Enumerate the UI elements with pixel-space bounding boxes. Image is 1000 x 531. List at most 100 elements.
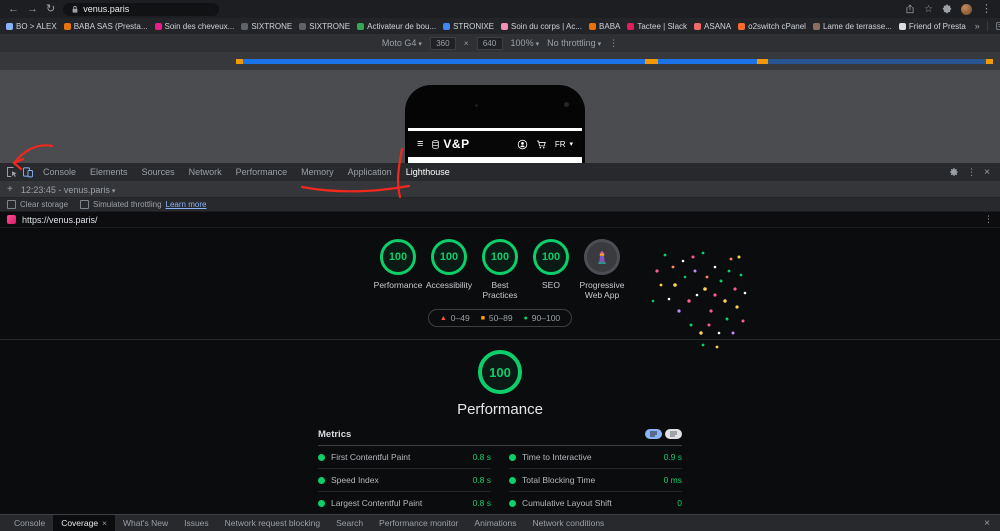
score-performance[interactable]: 100 Performance: [373, 239, 424, 300]
tab-performance[interactable]: Performance: [229, 163, 295, 181]
bookmarks-overflow-chevron[interactable]: »: [975, 21, 980, 31]
toggle-on-pill[interactable]: [645, 429, 662, 440]
tab-sources[interactable]: Sources: [135, 163, 182, 181]
report-page-url: https://venus.paris/: [22, 214, 98, 225]
drawer-tab-performance-monitor[interactable]: Performance monitor: [371, 515, 466, 531]
share-icon[interactable]: [905, 4, 915, 14]
bookmark-favicon: [241, 22, 249, 30]
bookmark-favicon: [6, 22, 13, 30]
drawer-tab-whats-new[interactable]: What's New: [115, 515, 176, 531]
device-width-input[interactable]: 360: [429, 36, 456, 50]
caret-down-icon: ▾: [569, 141, 573, 148]
device-height-input[interactable]: 640: [476, 36, 503, 50]
simulated-throttling-checkbox[interactable]: [80, 200, 90, 209]
gear-icon[interactable]: [949, 167, 959, 177]
score-ring: 100: [431, 239, 467, 275]
forward-button[interactable]: →: [27, 3, 38, 15]
metrics-description-toggle[interactable]: [645, 429, 682, 440]
cart-icon[interactable]: [536, 139, 547, 150]
profile-avatar[interactable]: [961, 3, 972, 15]
extensions-puzzle-icon[interactable]: [942, 4, 952, 14]
bookmark-item[interactable]: BO > ALEX: [6, 22, 57, 31]
hamburger-menu-icon[interactable]: ≡: [417, 138, 423, 150]
new-report-plus-icon[interactable]: +: [7, 184, 13, 195]
drawer-tab-issues[interactable]: Issues: [176, 515, 217, 531]
toggle-off-pill[interactable]: [665, 429, 682, 440]
simulated-throttling-option[interactable]: Simulated throttling Learn more: [80, 200, 206, 209]
bookmark-item[interactable]: BABA: [589, 22, 620, 31]
reading-list-button[interactable]: Liste de lecture: [986, 21, 1000, 31]
language-select[interactable]: FR ▾: [555, 140, 573, 149]
bookmark-item[interactable]: Friend of Presta: [898, 22, 966, 31]
tab-elements[interactable]: Elements: [83, 163, 135, 181]
toggle-device-toolbar-icon[interactable]: [20, 164, 36, 180]
confetti-decoration: [651, 251, 747, 349]
caret-down-icon: ▾: [597, 41, 602, 48]
metric-value: 0.8 s: [472, 498, 491, 509]
browser-menu-kebab-icon[interactable]: ⋮: [981, 3, 992, 15]
drawer-tab-animations[interactable]: Animations: [466, 515, 524, 531]
score-best-practices[interactable]: 100 Best Practices: [475, 239, 526, 300]
reload-button[interactable]: ↻: [46, 3, 55, 15]
account-icon[interactable]: [517, 139, 528, 150]
pwa-badge: [584, 239, 620, 275]
clear-storage-checkbox[interactable]: [7, 200, 16, 209]
device-toolbar-kebab-icon[interactable]: ⋮: [609, 38, 618, 49]
bookmark-item[interactable]: Activateur de bou...: [357, 22, 436, 31]
inspect-element-icon[interactable]: [4, 164, 20, 180]
report-kebab-icon[interactable]: ⋮: [984, 214, 993, 225]
score-accessibility[interactable]: 100 Accessibility: [424, 239, 475, 300]
bookmark-item[interactable]: Soin du corps | Ac...: [501, 22, 582, 31]
drawer-tab-coverage[interactable]: Coverage ×: [53, 515, 116, 531]
close-icon[interactable]: ×: [102, 515, 107, 531]
bookmark-item[interactable]: Soin des cheveux...: [154, 22, 234, 31]
bookmark-favicon: [154, 22, 162, 30]
bookmark-item[interactable]: o2switch cPanel: [738, 22, 806, 31]
site-logo[interactable]: V&P: [431, 137, 469, 151]
bookmark-item[interactable]: STRONIXE: [443, 22, 494, 31]
pass-dot-icon: [509, 476, 516, 484]
back-button[interactable]: ←: [8, 3, 19, 15]
score-seo[interactable]: 100 SEO: [526, 239, 577, 300]
bookmark-item[interactable]: SIXTRONE: [241, 22, 292, 31]
bookmark-star-icon[interactable]: ☆: [924, 4, 933, 15]
score-legend-pill: ▲ 0–49 ■ 50–89 ● 90–100: [427, 309, 573, 328]
bookmark-item[interactable]: Tactee | Slack: [627, 22, 687, 31]
tab-application[interactable]: Application: [341, 163, 399, 181]
bookmarks-bar: BO > ALEX BABA SAS (Presta... Soin des c…: [0, 18, 1000, 35]
bookmark-item[interactable]: Lame de terrasse...: [812, 22, 892, 31]
lighthouse-report: 100 Performance 100 Accessibility 100 Be…: [0, 228, 1000, 514]
drawer-tab-search[interactable]: Search: [328, 515, 371, 531]
throttling-select[interactable]: No throttling ▾: [547, 38, 601, 48]
zoom-select[interactable]: 100% ▾: [511, 38, 540, 48]
bookmark-label: BABA: [599, 21, 621, 31]
bookmark-label: BO > ALEX: [16, 21, 57, 31]
device-select[interactable]: Moto G4 ▾: [382, 38, 422, 48]
media-query-bar-blue-dim: [757, 59, 993, 64]
clear-storage-option[interactable]: Clear storage: [7, 200, 68, 209]
tab-network[interactable]: Network: [182, 163, 229, 181]
drawer-close-icon[interactable]: ×: [984, 518, 994, 529]
bookmark-item[interactable]: BABA SAS (Presta...: [63, 22, 148, 31]
bookmark-item[interactable]: SIXTRONE: [299, 22, 350, 31]
score-pwa[interactable]: Progressive Web App: [577, 239, 628, 300]
devtools-close-icon[interactable]: ×: [984, 167, 990, 178]
performance-gauge[interactable]: 100: [478, 350, 522, 395]
score-label: Best Practices: [482, 280, 518, 301]
devtools-kebab-icon[interactable]: ⋮: [967, 167, 976, 178]
media-query-bar-orange: [645, 59, 658, 64]
tab-memory[interactable]: Memory: [294, 163, 341, 181]
tab-lighthouse[interactable]: Lighthouse: [399, 163, 457, 181]
legend-average: ■ 50–89: [480, 313, 513, 324]
drawer-tab-console[interactable]: Console: [6, 515, 53, 531]
phone-screen: ≡ V&P FR ▾: [408, 128, 582, 163]
bookmark-favicon: [738, 22, 746, 30]
drawer-tab-network-request-blocking[interactable]: Network request blocking: [217, 515, 328, 531]
learn-more-link[interactable]: Learn more: [166, 200, 207, 209]
report-selector[interactable]: 12:23:45 - venus.paris ▾: [21, 185, 116, 195]
address-bar[interactable]: venus.paris: [63, 2, 220, 16]
drawer-tab-network-conditions[interactable]: Network conditions: [524, 515, 612, 531]
media-query-bar-orange: [757, 59, 768, 64]
tab-console[interactable]: Console: [36, 163, 83, 181]
bookmark-item[interactable]: ASANA: [694, 22, 731, 31]
